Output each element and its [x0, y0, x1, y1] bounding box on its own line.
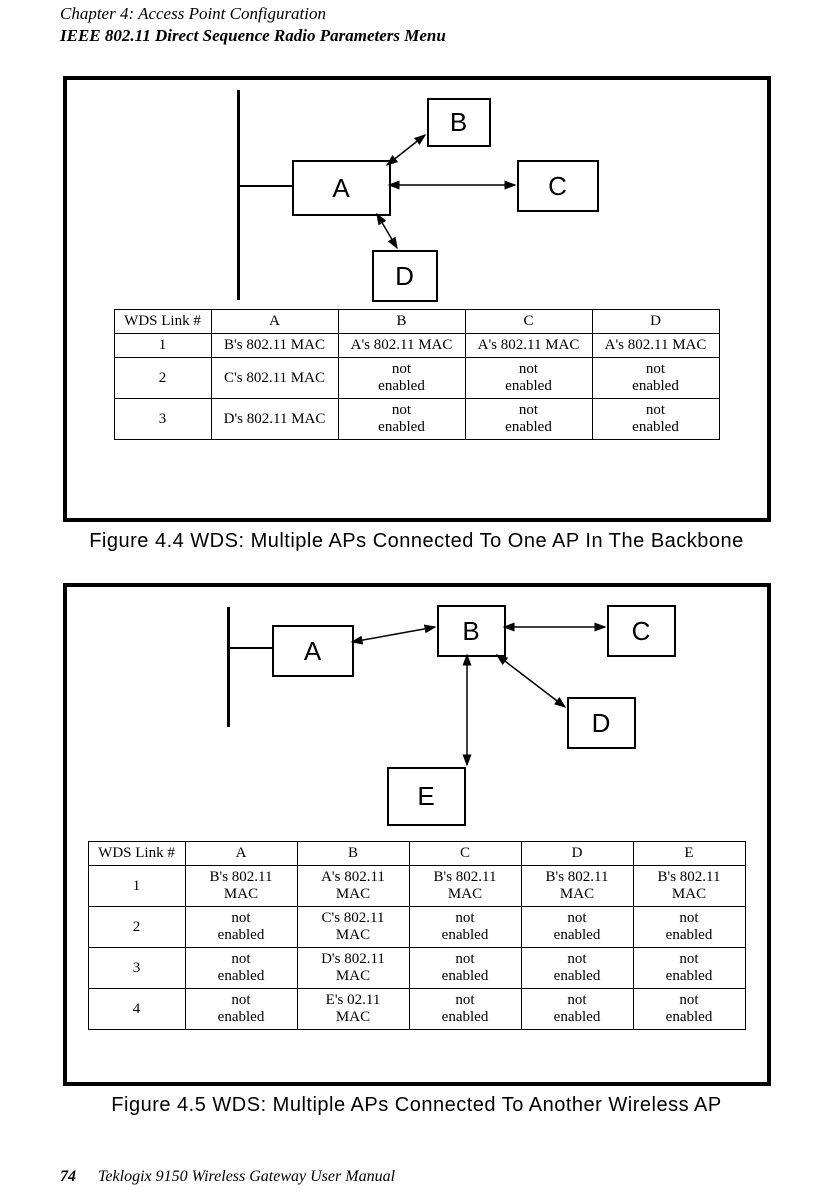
- table-row: 1B's 802.11MACA's 802.11MACB's 802.11MAC…: [88, 866, 745, 907]
- table-cell: 3: [88, 948, 185, 989]
- table-cell: C's 802.11 MAC: [211, 358, 338, 399]
- table-header-cell: B: [297, 842, 409, 866]
- table-cell: B's 802.11MAC: [409, 866, 521, 907]
- table-cell: E's 02.11MAC: [297, 989, 409, 1030]
- table-cell: notenabled: [521, 948, 633, 989]
- table-cell: notenabled: [338, 399, 465, 440]
- chapter-header: Chapter 4: Access Point Configuration: [60, 4, 773, 24]
- table-cell: notenabled: [338, 358, 465, 399]
- figure-4-5-table: WDS Link #ABCDE 1B's 802.11MACA's 802.11…: [88, 841, 746, 1030]
- table-cell: notenabled: [409, 989, 521, 1030]
- figure-4-5-diagram: A B C D E: [67, 587, 767, 837]
- table-cell: notenabled: [409, 907, 521, 948]
- page-number: 74: [60, 1168, 76, 1185]
- wds-links-icon: [67, 587, 767, 837]
- table-cell: B's 802.11MAC: [633, 866, 745, 907]
- table-cell: notenabled: [521, 989, 633, 1030]
- table-cell: A's 802.11MAC: [297, 866, 409, 907]
- table-cell: 1: [88, 866, 185, 907]
- table-cell: A's 802.11 MAC: [465, 334, 592, 358]
- table-header-cell: C: [465, 310, 592, 334]
- table-cell: notenabled: [633, 989, 745, 1030]
- table-cell: notenabled: [185, 907, 297, 948]
- table-cell: A's 802.11 MAC: [338, 334, 465, 358]
- table-cell: notenabled: [521, 907, 633, 948]
- table-cell: notenabled: [409, 948, 521, 989]
- figure-4-5-caption: Figure 4.5 WDS: Multiple APs Connected T…: [111, 1094, 721, 1116]
- table-cell: notenabled: [185, 948, 297, 989]
- wds-links-icon: [67, 80, 767, 305]
- table-cell: 3: [114, 399, 211, 440]
- figure-4-4-frame: A B C D WDS Link #ABCD 1B's 802: [63, 76, 771, 522]
- table-cell: notenabled: [185, 989, 297, 1030]
- table-header-cell: D: [521, 842, 633, 866]
- table-cell: notenabled: [592, 399, 719, 440]
- table-header-cell: WDS Link #: [88, 842, 185, 866]
- table-header-cell: E: [633, 842, 745, 866]
- table-cell: notenabled: [633, 907, 745, 948]
- table-header-cell: A: [211, 310, 338, 334]
- figure-4-4-diagram: A B C D: [67, 80, 767, 305]
- figure-4-4-table: WDS Link #ABCD 1B's 802.11 MACA's 802.11…: [114, 309, 720, 440]
- table-cell: B's 802.11MAC: [521, 866, 633, 907]
- table-header-cell: D: [592, 310, 719, 334]
- table-cell: 1: [114, 334, 211, 358]
- figure-4-5-frame: A B C D E WDS Link #AB: [63, 583, 771, 1086]
- section-header: IEEE 802.11 Direct Sequence Radio Parame…: [60, 26, 773, 46]
- table-row: 1B's 802.11 MACA's 802.11 MACA's 802.11 …: [114, 334, 719, 358]
- table-row: 2C's 802.11 MACnotenablednotenablednoten…: [114, 358, 719, 399]
- table-cell: notenabled: [633, 948, 745, 989]
- table-cell: D's 802.11 MAC: [211, 399, 338, 440]
- table-cell: B's 802.11MAC: [185, 866, 297, 907]
- table-cell: notenabled: [465, 399, 592, 440]
- table-cell: notenabled: [465, 358, 592, 399]
- table-header-cell: C: [409, 842, 521, 866]
- table-cell: notenabled: [592, 358, 719, 399]
- table-header-cell: WDS Link #: [114, 310, 211, 334]
- page-footer: 74 Teklogix 9150 Wireless Gateway User M…: [60, 1168, 395, 1186]
- table-cell: C's 802.11MAC: [297, 907, 409, 948]
- table-cell: A's 802.11 MAC: [592, 334, 719, 358]
- table-cell: B's 802.11 MAC: [211, 334, 338, 358]
- table-cell: 4: [88, 989, 185, 1030]
- table-row: 3D's 802.11 MACnotenablednotenablednoten…: [114, 399, 719, 440]
- table-row: 2notenabledC's 802.11MACnotenablednotena…: [88, 907, 745, 948]
- table-header-cell: A: [185, 842, 297, 866]
- table-cell: D's 802.11MAC: [297, 948, 409, 989]
- figure-4-4-caption: Figure 4.4 WDS: Multiple APs Connected T…: [89, 530, 744, 552]
- table-cell: 2: [114, 358, 211, 399]
- table-header-cell: B: [338, 310, 465, 334]
- manual-title: Teklogix 9150 Wireless Gateway User Manu…: [98, 1168, 395, 1185]
- table-row: 4notenabledE's 02.11MACnotenablednotenab…: [88, 989, 745, 1030]
- table-cell: 2: [88, 907, 185, 948]
- table-row: 3notenabledD's 802.11MACnotenablednotena…: [88, 948, 745, 989]
